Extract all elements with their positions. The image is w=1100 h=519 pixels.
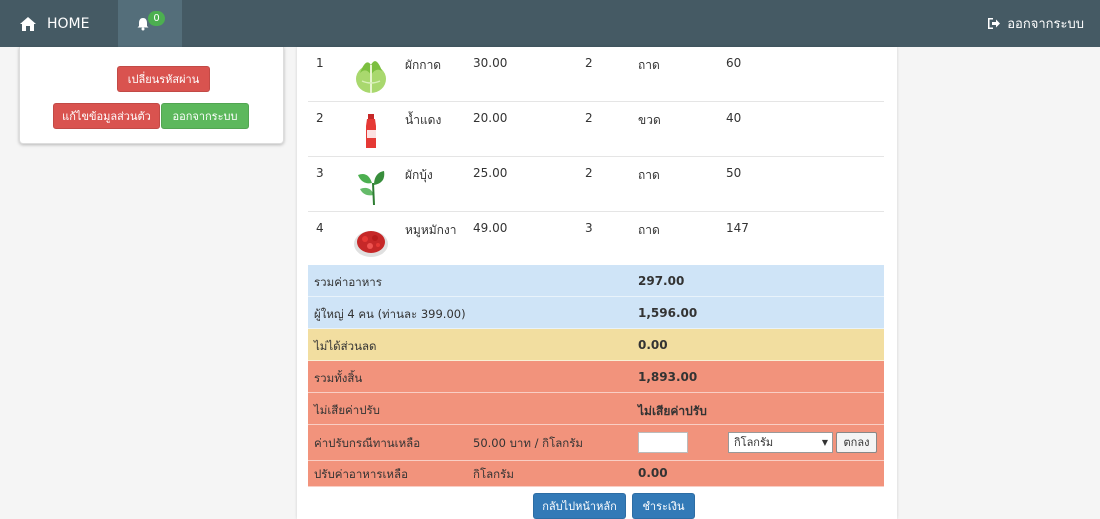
fine-value: ไม่เสียค่าปรับ: [638, 404, 707, 418]
item-quantity: 2: [585, 166, 593, 180]
marinated-pork-image: [354, 231, 388, 257]
item-total: 147: [726, 221, 749, 235]
item-price: 20.00: [473, 111, 508, 125]
item-unit: ถาด: [638, 168, 660, 182]
item-number: 2: [316, 111, 324, 125]
home-label: HOME: [47, 15, 90, 32]
order-item-row: 3 ผักบุ้ง 25.00 2 ถาด 50: [308, 157, 884, 212]
unit-select[interactable]: กิโลกรัม ▼: [728, 432, 833, 453]
logout-nav-link[interactable]: ออกจากระบบ: [987, 0, 1084, 47]
order-panel: 1 ผักกาด 30.00 2 ถาด 60 2 น้ำแดง 20.00 2…: [297, 47, 897, 519]
order-item-row: 4 หมูหมักงา 49.00 3 ถาด 147: [308, 212, 884, 267]
change-password-button[interactable]: เปลี่ยนรหัสผ่าน: [117, 66, 210, 92]
food-total-value: 297.00: [638, 274, 685, 288]
ok-button[interactable]: ตกลง: [836, 432, 877, 453]
item-price: 25.00: [473, 166, 508, 180]
back-home-button[interactable]: กลับไปหน้าหลัก: [533, 493, 626, 519]
item-quantity: 2: [585, 56, 593, 70]
food-total-row: รวมค่าอาหาร 297.00: [308, 265, 884, 297]
grand-total-label: รวมทั้งสิ้น: [314, 371, 363, 385]
item-price: 30.00: [473, 56, 508, 70]
notification-button[interactable]: 0: [118, 0, 182, 47]
leftover-fine-unit: กิโลกรัม: [473, 467, 514, 481]
leftover-fine-row: ปรับค่าอาหารเหลือ กิโลกรัม 0.00: [308, 461, 884, 487]
item-name: น้ำแดง: [405, 113, 442, 127]
fine-label: ไม่เสียค่าปรับ: [314, 403, 380, 417]
item-number: 3: [316, 166, 324, 180]
item-number: 4: [316, 221, 324, 235]
leftover-fine-value: 0.00: [638, 466, 668, 480]
leftover-fine-label: ปรับค่าอาหารเหลือ: [314, 467, 408, 481]
grand-total-value: 1,893.00: [638, 370, 698, 384]
item-name: ผักบุ้ง: [405, 168, 433, 182]
item-unit: ขวด: [638, 113, 661, 127]
logout-icon: [988, 18, 1001, 29]
adults-label: ผู้ใหญ่ 4 คน (ท่านละ 399.00): [314, 307, 466, 321]
profile-panel: เปลี่ยนรหัสผ่าน แก้ไขข้อมูลส่วนตัว ออกจา…: [19, 47, 284, 144]
item-quantity: 2: [585, 111, 593, 125]
order-item-row: 1 ผักกาด 30.00 2 ถาด 60: [308, 47, 884, 102]
item-total: 50: [726, 166, 742, 180]
item-number: 1: [316, 56, 324, 70]
item-unit: ถาด: [638, 223, 660, 237]
item-name: หมูหมักงา: [405, 223, 457, 237]
edit-profile-button[interactable]: แก้ไขข้อมูลส่วนตัว: [53, 103, 160, 129]
unit-select-value: กิโลกรัม: [734, 436, 774, 449]
logout-button[interactable]: ออกจากระบบ: [161, 103, 249, 129]
notification-badge: 0: [148, 11, 165, 26]
adults-row: ผู้ใหญ่ 4 คน (ท่านละ 399.00) 1,596.00: [308, 297, 884, 329]
home-nav-link[interactable]: HOME: [0, 0, 118, 47]
home-icon: [20, 16, 36, 31]
order-item-row: 2 น้ำแดง 20.00 2 ขวด 40: [308, 102, 884, 157]
discount-value: 0.00: [638, 338, 668, 352]
fine-row: ไม่เสียค่าปรับ ไม่เสียค่าปรับ: [308, 393, 884, 425]
item-total: 60: [726, 56, 742, 70]
adults-value: 1,596.00: [638, 306, 698, 320]
item-total: 40: [726, 111, 742, 125]
leftover-weight-input[interactable]: [638, 432, 688, 453]
discount-row: ไม่ได้ส่วนลด 0.00: [308, 329, 884, 361]
discount-label: ไม่ได้ส่วนลด: [314, 339, 377, 353]
grand-total-row: รวมทั้งสิ้น 1,893.00: [308, 361, 884, 393]
pay-button[interactable]: ชำระเงิน: [632, 493, 695, 519]
red-drink-image: [366, 114, 376, 148]
leftover-row: ค่าปรับกรณีทานเหลือ 50.00 บาท / กิโลกรัม…: [308, 425, 884, 461]
chevron-down-icon: ▼: [821, 438, 828, 447]
item-name: ผักกาด: [405, 58, 442, 72]
logout-label: ออกจากระบบ: [1007, 17, 1084, 32]
leftover-label: ค่าปรับกรณีทานเหลือ: [314, 436, 421, 450]
item-quantity: 3: [585, 221, 593, 235]
lettuce-image: [356, 61, 386, 93]
top-navbar: HOME 0 ออกจากระบบ: [0, 0, 1100, 47]
item-price: 49.00: [473, 221, 508, 235]
item-unit: ถาด: [638, 58, 660, 72]
morning-glory-image: [358, 171, 385, 206]
leftover-rate: 50.00 บาท / กิโลกรัม: [473, 436, 584, 450]
food-total-label: รวมค่าอาหาร: [314, 275, 382, 289]
